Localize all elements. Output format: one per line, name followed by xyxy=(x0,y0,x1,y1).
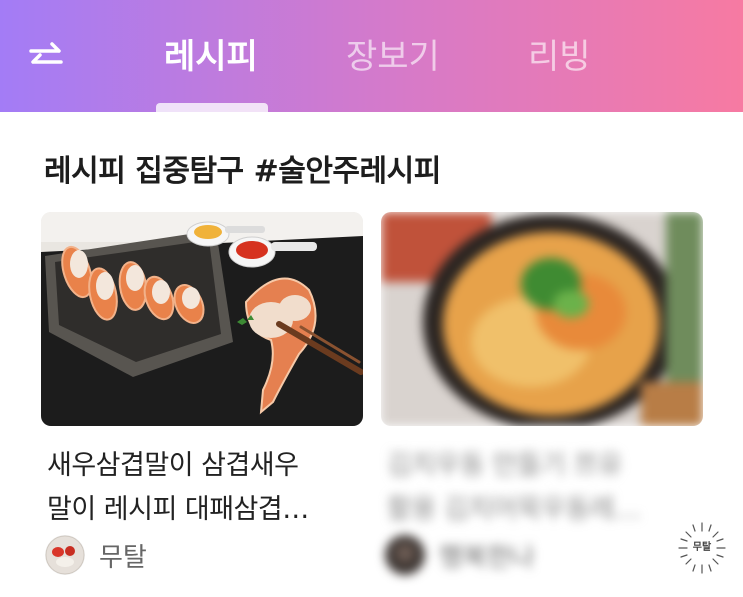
avatar xyxy=(45,535,85,575)
recipe-title-line: 새우삼겹말이 삼겹새우 xyxy=(47,450,299,481)
avatar-image xyxy=(45,535,85,575)
section-title: 레시피 집중탐구 #술안주레시피 xyxy=(44,154,441,189)
recipe-card[interactable]: 새우삼겹말이 삼겹새우 말이 레시피 대패삼겹… 무탈 xyxy=(41,212,363,575)
recipe-title-line: 김치우동 만들기 쯔유 xyxy=(387,450,623,481)
author-info[interactable]: 행복한나 xyxy=(385,534,535,576)
author-name: 행복한나 xyxy=(439,542,535,573)
top-navigation-bar: 레시피 장보기 리빙 xyxy=(0,0,743,112)
recipe-title-line: 활용 김치어묵우동레… xyxy=(387,494,641,525)
swap-arrows-icon xyxy=(29,42,63,64)
tab-shopping[interactable]: 장보기 xyxy=(346,32,440,82)
avatar-image xyxy=(385,535,425,575)
recipe-card[interactable]: 김치우동 만들기 쯔유 활용 김치어묵우동레… 행복한나 xyxy=(381,212,703,575)
swap-button[interactable] xyxy=(24,36,68,76)
kimchi-udon-image xyxy=(381,212,703,426)
recipe-title[interactable]: 김치우동 만들기 쯔유 활용 김치어묵우동레… xyxy=(387,444,705,532)
recipe-title-line: 말이 레시피 대패삼겹… xyxy=(47,494,309,525)
recipe-thumbnail[interactable] xyxy=(381,212,703,426)
author-name: 무탈 xyxy=(99,542,147,573)
recipe-title[interactable]: 새우삼겹말이 삼겹새우 말이 레시피 대패삼겹… xyxy=(47,444,365,532)
recipe-thumbnail[interactable] xyxy=(41,212,363,426)
watermark-text: 무탈 xyxy=(692,542,712,553)
avatar xyxy=(385,535,425,575)
shrimp-dish-image xyxy=(41,212,363,426)
tab-recipe[interactable]: 레시피 xyxy=(164,32,258,82)
tab-living[interactable]: 리빙 xyxy=(528,32,591,82)
author-info[interactable]: 무탈 xyxy=(45,534,147,576)
watermark-stamp: 무탈 xyxy=(676,520,728,576)
active-tab-indicator xyxy=(156,103,268,112)
